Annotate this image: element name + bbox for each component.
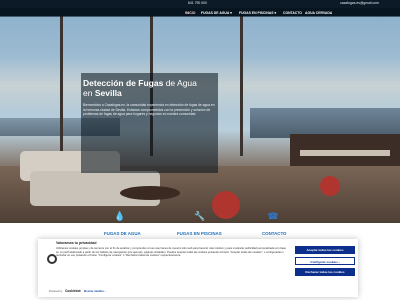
hero-title-prefix: en (83, 88, 93, 98)
reject-all-cookies-button[interactable]: Rechazar todas las cookies (295, 268, 355, 276)
cookie-show-details-link[interactable]: Mostrar detalles › (84, 290, 105, 293)
cookie-title: Valoramos tu privacidad (56, 241, 97, 245)
cookiebot-brand[interactable]: Cookiebot (65, 289, 81, 293)
kitchen-counter (300, 150, 390, 156)
service-label-contacto[interactable]: CONTACTO (262, 231, 286, 236)
nav-item-fugas-de-agua[interactable]: FUGAS DE AGUA ▾ (201, 11, 232, 15)
water-drop-icon[interactable]: 💧 (113, 210, 127, 222)
window-frame (240, 16, 243, 156)
service-label-fugas-en-piscinas[interactable]: FUGAS EN PISCINAS (177, 231, 222, 236)
stool (320, 176, 340, 196)
wrench-icon[interactable]: 🔧 (193, 210, 207, 222)
coffee-table (120, 186, 180, 200)
cookie-logo-inner (49, 256, 55, 262)
hero-title-city: Sevilla (94, 88, 122, 98)
nav-item-inicio[interactable]: INICIO (185, 11, 195, 15)
cookie-text: Utilizamos cookies propias y de terceros… (56, 247, 287, 258)
phone-icon[interactable]: ☎ (266, 210, 280, 222)
nav-item-fugas-en-piscinas[interactable]: FUGAS EN PISCINAS ▾ (239, 11, 276, 15)
nav-item-contacto[interactable]: CONTACTO (283, 11, 302, 15)
email-address[interactable]: cazafugas.es@gmail.com (340, 1, 379, 5)
stool (212, 191, 240, 219)
hero-title: Detección de Fugas de Agua en Sevilla (83, 78, 223, 98)
main-nav: INICIO FUGAS DE AGUA ▾ FUGAS EN PISCINAS… (0, 8, 400, 17)
phone-number[interactable]: 641 790 000 (188, 1, 207, 5)
hero-title-part2: de Agua (165, 78, 197, 88)
window-frame (60, 16, 63, 156)
accept-all-cookies-button[interactable]: Aceptar todas las cookies (295, 246, 355, 254)
hero-description: Bienvenidos a Cazafugas.es, la comunidad… (83, 103, 215, 117)
nav-item-agua-cervada[interactable]: AGUA CERVADA (305, 11, 332, 15)
cookie-powered-by: Powered by (49, 290, 63, 293)
hero-title-part1: Detección de Fugas (83, 78, 164, 88)
configure-cookies-button[interactable]: Configurar cookies › (295, 257, 355, 265)
service-label-fugas-de-agua[interactable]: FUGAS DE AGUA (104, 231, 141, 236)
